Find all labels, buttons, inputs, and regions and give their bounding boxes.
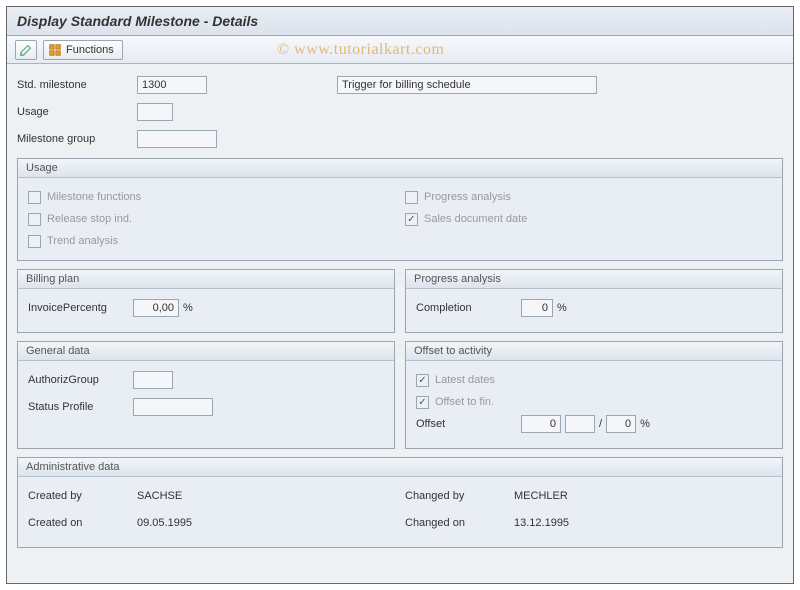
changed-by-label: Changed by: [405, 490, 510, 502]
status-profile-field[interactable]: [133, 398, 213, 416]
offset-value3-field[interactable]: [606, 415, 636, 433]
release-stop-checkbox: Release stop ind.: [28, 208, 395, 230]
title-bar: Display Standard Milestone - Details: [7, 7, 793, 36]
authoriz-group-field[interactable]: [133, 371, 173, 389]
status-profile-label: Status Profile: [28, 401, 133, 413]
usage-groupbox-header: Usage: [18, 159, 782, 178]
milestone-group-field[interactable]: [137, 130, 217, 148]
edit-button[interactable]: [15, 40, 37, 60]
progress-analysis-checkbox: Progress analysis: [405, 186, 772, 208]
description-field[interactable]: [337, 76, 597, 94]
created-by-value: SACHSE: [133, 490, 182, 502]
milestone-group-label: Milestone group: [17, 133, 137, 145]
offset-to-fin-checkbox: Offset to fin.: [416, 391, 772, 413]
std-milestone-field[interactable]: [137, 76, 207, 94]
content-area: Std. milestone Usage Milestone group Usa…: [7, 64, 793, 558]
functions-button[interactable]: Functions: [43, 40, 123, 60]
offset-value2-field[interactable]: [565, 415, 595, 433]
general-data-groupbox: General data AuthorizGroup Status Profil…: [17, 341, 395, 449]
invoice-pct-label: InvoicePercentg: [28, 302, 133, 314]
app-window: Display Standard Milestone - Details Fun…: [6, 6, 794, 584]
usage-field[interactable]: [137, 103, 173, 121]
offset-value1-field[interactable]: [521, 415, 561, 433]
std-milestone-label: Std. milestone: [17, 79, 137, 91]
created-on-value: 09.05.1995: [133, 517, 192, 529]
authoriz-group-label: AuthorizGroup: [28, 374, 133, 386]
trend-analysis-checkbox: Trend analysis: [28, 230, 395, 252]
changed-by-value: MECHLER: [510, 490, 568, 502]
completion-label: Completion: [416, 302, 521, 314]
completion-field[interactable]: [521, 299, 553, 317]
header-fields: Std. milestone Usage Milestone group: [17, 74, 783, 150]
offset-groupbox: Offset to activity Latest dates Offset t…: [405, 341, 783, 449]
changed-on-value: 13.12.1995: [510, 517, 569, 529]
changed-on-label: Changed on: [405, 517, 510, 529]
offset-label: Offset: [416, 418, 521, 430]
sales-doc-date-checkbox: Sales document date: [405, 208, 772, 230]
progress-analysis-groupbox: Progress analysis Completion %: [405, 269, 783, 333]
latest-dates-checkbox: Latest dates: [416, 369, 772, 391]
created-on-label: Created on: [28, 517, 133, 529]
billing-plan-groupbox: Billing plan InvoicePercentg %: [17, 269, 395, 333]
created-by-label: Created by: [28, 490, 133, 502]
milestone-functions-checkbox: Milestone functions: [28, 186, 395, 208]
page-title: Display Standard Milestone - Details: [17, 13, 258, 29]
invoice-pct-field[interactable]: [133, 299, 179, 317]
usage-groupbox: Usage Milestone functions Release stop i…: [17, 158, 783, 261]
functions-label: Functions: [66, 44, 114, 56]
usage-label: Usage: [17, 106, 137, 118]
admin-data-groupbox: Administrative data Created by SACHSE Cr…: [17, 457, 783, 548]
toolbar: Functions: [7, 36, 793, 64]
